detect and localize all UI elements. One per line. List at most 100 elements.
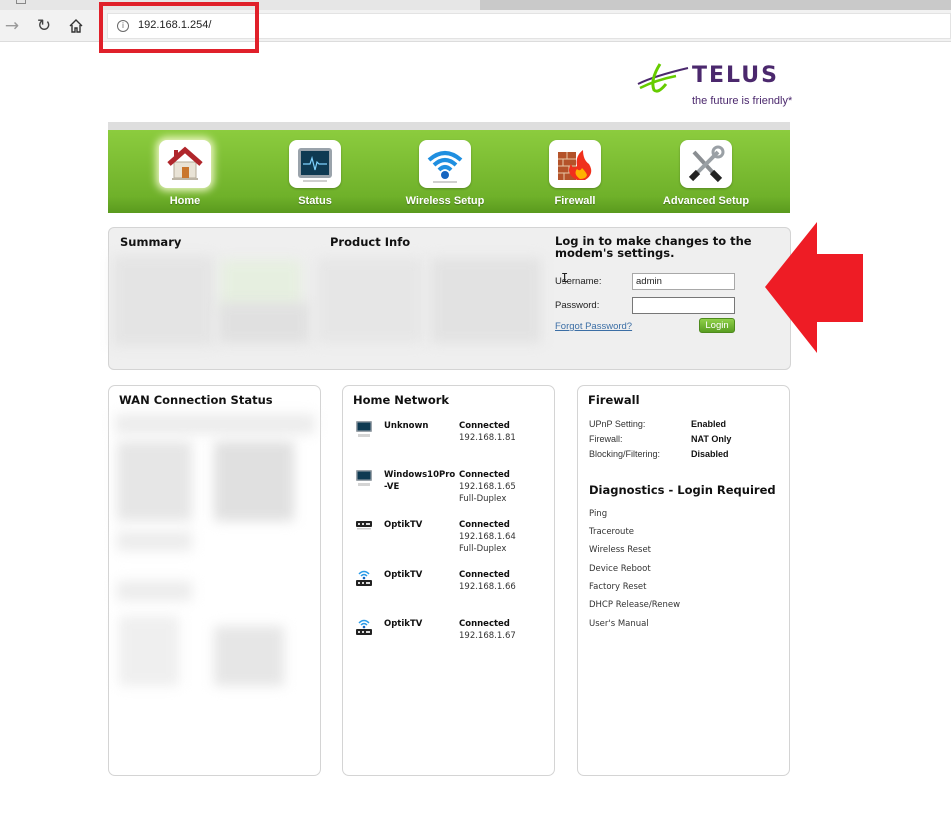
nav-firewall-label: Firewall [554, 195, 596, 207]
brand-name: TELUS [692, 63, 779, 88]
diagnostics-users-manual[interactable]: User's Manual [589, 619, 649, 629]
device-status: Connected [459, 421, 510, 431]
device-status: Connected [459, 520, 510, 530]
username-label: Username: [555, 276, 602, 287]
wireless-set-top-box-icon [356, 619, 372, 635]
firewall-key: Blocking/Filtering: [589, 449, 661, 459]
device-ip: 192.168.1.81 [459, 433, 516, 443]
house-icon [167, 146, 203, 180]
nav-status[interactable]: Status [250, 130, 380, 213]
telus-logo: TELUS the future is friendly* [636, 62, 796, 112]
device-row[interactable]: Unknown Connected 192.168.1.81 [343, 420, 556, 468]
device-row[interactable]: OptikTV Connected 192.168.1.66 [343, 569, 556, 617]
nav-home[interactable]: Home [120, 130, 250, 213]
device-name: Windows10Pro-VE [384, 470, 456, 492]
summary-redacted [113, 256, 213, 346]
tools-icon [688, 145, 725, 183]
nav-advanced-setup[interactable]: Advanced Setup [641, 130, 771, 213]
firewall-panel: Firewall UPnP Setting: Enabled Firewall:… [577, 385, 790, 776]
password-input[interactable] [632, 297, 735, 314]
set-top-box-icon [356, 521, 372, 530]
device-duplex: Full-Duplex [459, 544, 507, 554]
forward-button[interactable]: → [1, 15, 23, 37]
nav-home-label: Home [169, 195, 201, 207]
summary-panel: Summary Product Info Log in to make chan… [108, 227, 791, 370]
device-ip: 192.168.1.66 [459, 582, 516, 592]
product-info-redacted [431, 258, 541, 343]
device-status: Connected [459, 470, 510, 480]
firewall-value: Enabled [691, 419, 727, 429]
login-button[interactable]: Login [699, 318, 735, 333]
nav-wireless-setup[interactable]: Wireless Setup [380, 130, 510, 213]
firewall-row-blocking: Blocking/Filtering: Disabled [589, 449, 779, 462]
monitor-pulse-icon [298, 148, 332, 182]
wan-redacted [117, 581, 192, 601]
diagnostics-dhcp-release-renew[interactable]: DHCP Release/Renew [589, 600, 680, 610]
nav-tile[interactable] [419, 140, 471, 188]
device-ip: 192.168.1.64 [459, 532, 516, 542]
nav-status-label: Status [298, 195, 332, 207]
password-label: Password: [555, 300, 600, 311]
nav-wireless-label: Wireless Setup [405, 195, 485, 207]
device-row[interactable]: Windows10Pro-VE Connected 192.168.1.65 F… [343, 469, 556, 517]
red-arrow-annotation [765, 222, 863, 353]
diagnostics-ping[interactable]: Ping [589, 509, 607, 519]
device-name: OptikTV [384, 520, 423, 530]
diagnostics-traceroute[interactable]: Traceroute [589, 527, 634, 537]
telus-swoosh-icon [637, 63, 689, 93]
firewall-key: UPnP Setting: [589, 419, 646, 429]
wan-redacted [214, 441, 294, 521]
computer-icon [356, 470, 372, 486]
nav-firewall[interactable]: Firewall [510, 130, 640, 213]
product-info-title: Product Info [330, 235, 411, 249]
home-button[interactable] [65, 15, 87, 37]
nav-tile[interactable] [680, 140, 732, 188]
device-row[interactable]: OptikTV Connected 192.168.1.67 [343, 618, 556, 666]
firewall-value: NAT Only [691, 434, 732, 444]
home-network-title: Home Network [353, 393, 450, 407]
device-name: OptikTV [384, 570, 423, 580]
summary-redacted [219, 303, 309, 343]
wan-title: WAN Connection Status [119, 393, 273, 407]
nav-advanced-label: Advanced Setup [662, 195, 750, 207]
login-title: Log in to make changes to the modem's se… [555, 234, 752, 260]
wireless-set-top-box-icon [356, 570, 372, 586]
firewall-row-firewall: Firewall: NAT Only [589, 434, 779, 447]
reload-button[interactable]: ↻ [33, 15, 55, 37]
reload-icon: ↻ [36, 16, 52, 36]
diagnostics-wireless-reset[interactable]: Wireless Reset [589, 545, 651, 555]
wan-redacted [115, 414, 315, 434]
device-status: Connected [459, 570, 510, 580]
diagnostics-device-reboot[interactable]: Device Reboot [589, 564, 651, 574]
summary-title: Summary [120, 235, 182, 249]
wan-redacted [117, 441, 192, 521]
firewall-row-upnp: UPnP Setting: Enabled [589, 419, 779, 432]
nav-bar-background: Home Status Wireless Setup Firewall Adva… [108, 130, 790, 213]
forgot-password-link[interactable]: Forgot Password? [555, 321, 632, 332]
url-highlight-box [99, 2, 259, 53]
firewall-key: Firewall: [589, 434, 623, 444]
nav-tile[interactable] [289, 140, 341, 188]
device-name: Unknown [384, 421, 429, 431]
diagnostics-title: Diagnostics - Login Required [589, 483, 776, 497]
computer-icon [356, 421, 372, 437]
wan-redacted [117, 531, 192, 551]
main-nav: Home Status Wireless Setup Firewall Adva… [108, 122, 790, 213]
arrow-right-icon: → [4, 16, 20, 36]
wan-redacted [214, 626, 284, 686]
wan-status-panel: WAN Connection Status [108, 385, 321, 776]
home-icon [69, 19, 83, 33]
nav-tile[interactable] [159, 140, 211, 188]
wifi-icon [427, 151, 463, 183]
firewall-title: Firewall [588, 393, 640, 407]
device-ip: 192.168.1.65 [459, 482, 516, 492]
firewall-value: Disabled [691, 449, 729, 459]
device-ip: 192.168.1.67 [459, 631, 516, 641]
device-row[interactable]: OptikTV Connected 192.168.1.64 Full-Dupl… [343, 519, 556, 567]
wan-redacted [119, 616, 179, 686]
nav-tile[interactable] [549, 140, 601, 188]
diagnostics-factory-reset[interactable]: Factory Reset [589, 582, 647, 592]
home-network-panel: Home Network Unknown Connected 192.168.1… [342, 385, 555, 776]
firewall-flame-icon [558, 150, 592, 180]
username-input[interactable] [632, 273, 735, 290]
